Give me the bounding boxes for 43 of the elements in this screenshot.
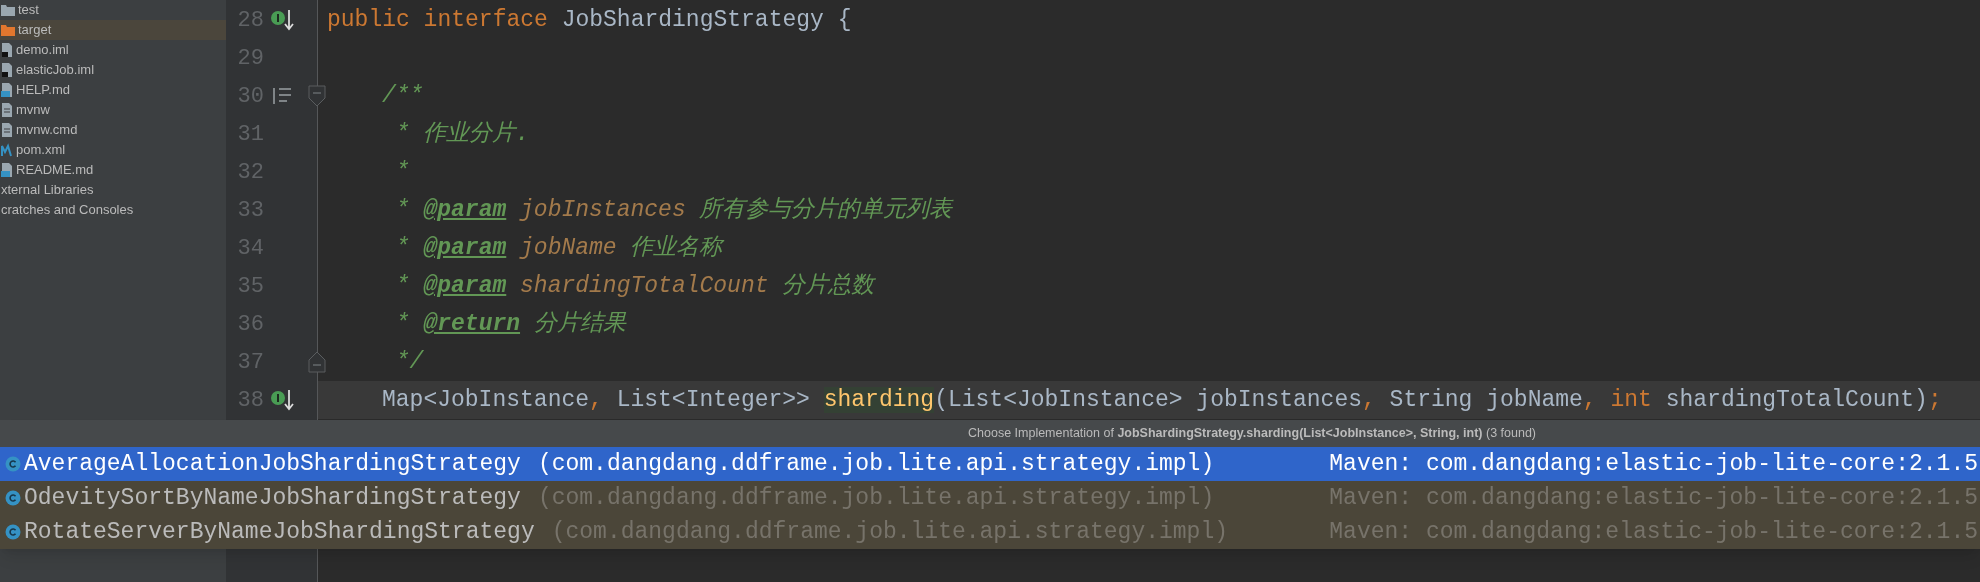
code-line: * 作业分片.: [394, 119, 530, 149]
tree-item[interactable]: mvnw: [0, 100, 226, 120]
class-name: AverageAllocationJobShardingStrategy: [24, 449, 521, 479]
tree-item[interactable]: HELP.md: [0, 80, 226, 100]
code-line: * @param jobInstances 所有参与分片的单元列表: [394, 195, 953, 225]
class-icon: [5, 524, 21, 540]
tree-item[interactable]: xternal Libraries: [0, 180, 226, 200]
implemented-icon[interactable]: [270, 8, 296, 32]
tree-item[interactable]: cratches and Consoles: [0, 200, 226, 220]
implemented-icon[interactable]: [270, 388, 296, 412]
class-icon: [5, 490, 21, 506]
code-line: Map<JobInstance, List<Integer>> sharding(List<JobInstance> jobInstances, String jobName, int shardingTotalCount);: [382, 385, 1942, 415]
code-line: */: [394, 347, 424, 377]
library-name: Maven: com.dangdang:elastic-job-lite-core:2.1.5: [1329, 449, 1978, 479]
class-name: RotateServerByNameJobShardingStrategy: [24, 517, 535, 547]
popup-title: Choose Implementation of JobShardingStrategy.sharding(List<JobInstance>, String, int) (3 found): [968, 425, 1536, 443]
code-line: * @param shardingTotalCount 分片总数: [394, 271, 875, 301]
code-line: * @return 分片结果: [394, 309, 626, 339]
tree-item[interactable]: mvnw.cmd: [0, 120, 226, 140]
maven-file-icon: [1, 143, 13, 157]
folder-icon: [1, 4, 15, 16]
code-line: *: [394, 157, 410, 187]
tree-item[interactable]: elasticJob.iml: [0, 60, 226, 80]
tree-item[interactable]: target: [0, 20, 226, 40]
implementation-item[interactable]: AverageAllocationJobShardingStrategy (com.dangdang.ddframe.job.lite.api.strategy.impl) Maven: com.dangdang:elastic-job-lite-core:2.1.5: [0, 447, 1980, 481]
tree-item[interactable]: test: [0, 0, 226, 20]
doc-lines-icon[interactable]: [272, 86, 294, 106]
tree-item[interactable]: README.md: [0, 160, 226, 180]
fold-marker-icon[interactable]: [308, 85, 326, 107]
code-line: /**: [382, 81, 424, 111]
package-name: (com.dangdang.ddframe.job.lite.api.strategy.impl): [537, 449, 1215, 479]
class-icon: [5, 456, 21, 472]
tree-item[interactable]: demo.iml: [0, 40, 226, 60]
code-line: * @param jobName 作业名称: [394, 233, 723, 263]
folder-icon: [1, 24, 15, 36]
file-icon: [1, 83, 13, 97]
class-name: OdevitySortByNameJobShardingStrategy: [24, 483, 521, 513]
code-line: public interface JobShardingStrategy {: [327, 5, 852, 35]
tree-item[interactable]: pom.xml: [0, 140, 226, 160]
file-icon: [1, 63, 13, 77]
file-icon: [1, 43, 13, 57]
file-icon: [1, 163, 13, 177]
fold-marker-icon[interactable]: [308, 351, 326, 373]
